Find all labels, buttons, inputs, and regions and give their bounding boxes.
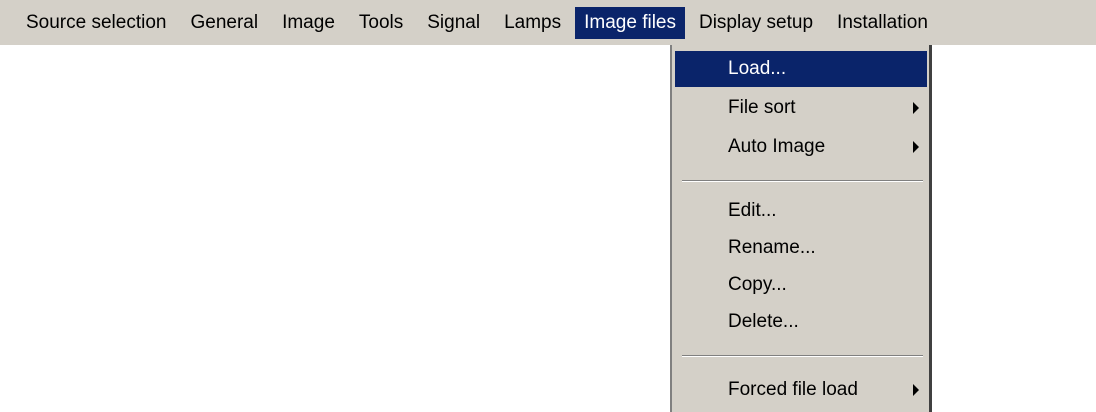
menu-image-files[interactable]: Image files: [575, 6, 685, 39]
menu-item-load[interactable]: Load...: [675, 51, 927, 87]
menu-installation[interactable]: Installation: [827, 7, 938, 39]
menu-tools[interactable]: Tools: [349, 7, 413, 39]
menu-image[interactable]: Image: [272, 7, 345, 39]
menu-item-edit[interactable]: Edit...: [672, 193, 929, 229]
menu-signal[interactable]: Signal: [417, 7, 490, 39]
menu-item-copy[interactable]: Copy...: [672, 267, 929, 303]
menu-item-label: Load...: [728, 58, 787, 79]
menu-item-label: Edit...: [728, 200, 777, 221]
submenu-arrow-icon: [913, 384, 919, 396]
menu-bar: Source selection General Image Tools Sig…: [0, 0, 1096, 45]
menu-item-label: Delete...: [728, 311, 799, 332]
menu-item-label: Auto Image: [728, 136, 826, 157]
menu-item-delete[interactable]: Delete...: [672, 304, 929, 340]
submenu-arrow-icon: [913, 141, 919, 153]
menu-source-selection[interactable]: Source selection: [16, 7, 176, 39]
menu-separator: [672, 346, 929, 366]
menu-item-label: Forced file load: [728, 379, 858, 400]
menu-item-label: File sort: [728, 97, 796, 118]
image-files-dropdown: Load... File sort Auto Image Edit... Ren…: [670, 45, 932, 412]
menu-item-label: Copy...: [728, 274, 787, 295]
menu-general[interactable]: General: [180, 7, 268, 39]
menu-separator: [672, 171, 929, 191]
menu-display-setup[interactable]: Display setup: [689, 7, 823, 39]
menu-item-auto-image[interactable]: Auto Image: [672, 129, 929, 165]
menu-item-forced-file-load[interactable]: Forced file load: [672, 372, 929, 408]
submenu-arrow-icon: [913, 102, 919, 114]
menu-lamps[interactable]: Lamps: [494, 7, 571, 39]
menu-item-label: Rename...: [728, 237, 816, 258]
menu-item-rename[interactable]: Rename...: [672, 230, 929, 266]
menu-item-file-sort[interactable]: File sort: [672, 90, 929, 126]
